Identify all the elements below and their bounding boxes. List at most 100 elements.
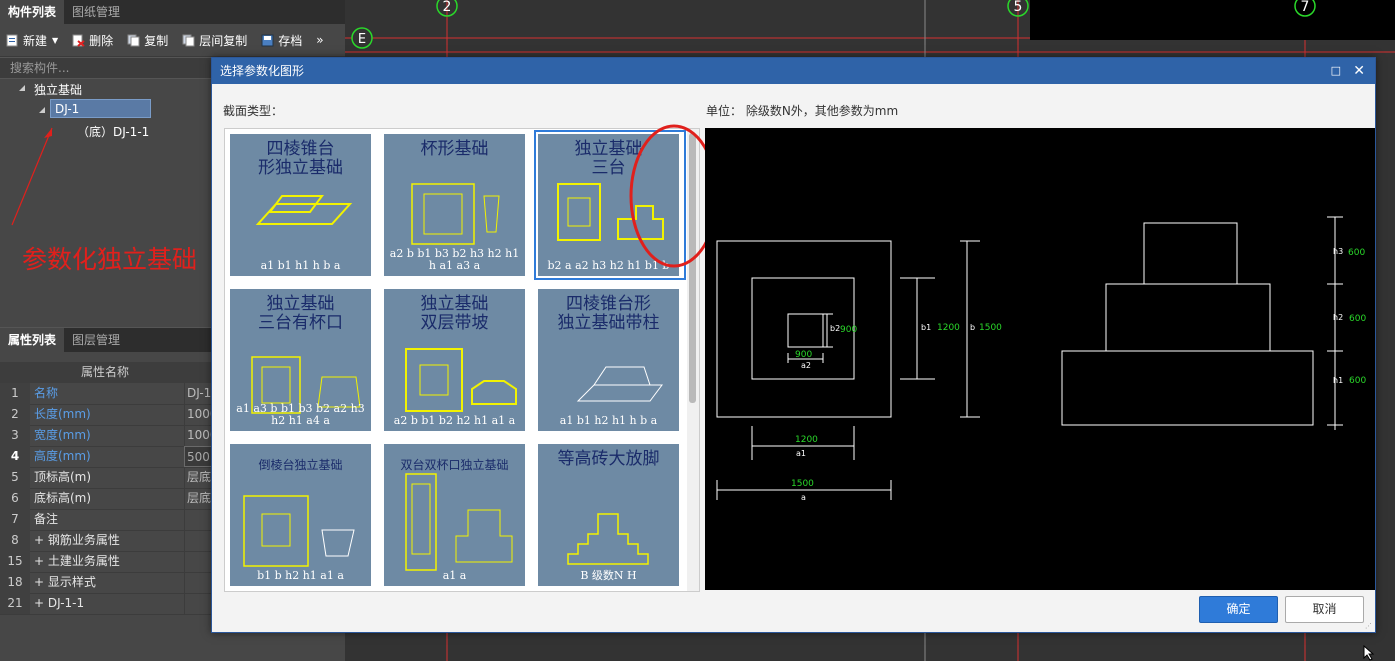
chevron-down-icon[interactable]: ▼	[52, 36, 58, 45]
section-label-h2: h2	[1333, 313, 1343, 322]
dialog-title-bar: 选择参数化图形 □ ✕	[212, 58, 1375, 84]
select-parametric-shape-dialog: 选择参数化图形 □ ✕ 截面类型： 单位： 除级数N外，其他参数为mm 四棱锥台…	[211, 57, 1376, 633]
tab-drawing-management[interactable]: 图纸管理	[64, 0, 128, 24]
delete-button[interactable]: 删除	[66, 28, 119, 52]
property-row-number: 15	[0, 551, 30, 572]
floor-copy-button[interactable]: 层间复制	[176, 28, 253, 52]
shape-title: 独立基础 三台有杯口	[258, 294, 343, 333]
shape-option[interactable]: 双台双杯口独立基础 a1 a	[379, 439, 533, 591]
plan-label-b: b	[970, 323, 975, 332]
plan-label-a2: a2	[801, 361, 811, 370]
close-icon[interactable]: ✕	[1353, 58, 1365, 84]
dim-h3-value: 600	[1348, 248, 1365, 258]
tab-component-list[interactable]: 构件列表	[0, 0, 65, 24]
cancel-button[interactable]: 取消	[1285, 596, 1364, 623]
delete-icon	[72, 34, 85, 47]
property-row-number: 4	[0, 446, 30, 467]
tree-collapse-icon[interactable]	[18, 81, 26, 95]
tab-property-list[interactable]: 属性列表	[0, 328, 65, 352]
new-button[interactable]: 新建 ▼	[0, 28, 64, 52]
section-label-h1: h1	[1333, 376, 1343, 385]
save-archive-button[interactable]: 存档	[255, 28, 308, 52]
tree-item-dj1[interactable]: DJ-1	[50, 99, 151, 118]
tree-collapse-icon[interactable]	[38, 103, 46, 117]
property-name: 长度(mm)	[34, 407, 91, 421]
shape-title: 四棱锥台形 独立基础带柱	[557, 294, 660, 333]
dim-b2-value: 900	[840, 325, 857, 335]
shape-dimension-labels: a1 a3 b b1 b3 b2 a2 h3 h2 h1 a4 a	[236, 402, 365, 427]
shape-dimension-labels: b1 b h2 h1 a1 a	[257, 569, 344, 582]
property-name: 宽度(mm)	[34, 428, 91, 442]
preview-drawing: b2 b1 b a2 a1 a h3 h2 h1 900 1200 1500 9…	[716, 216, 1366, 502]
ok-button[interactable]: 确定	[1199, 596, 1278, 623]
shape-title: 杯形基础	[420, 139, 489, 159]
unit-label: 单位： 除级数N外，其他参数为mm	[706, 104, 899, 118]
axis-label-5: 5	[1014, 0, 1023, 15]
plan-label-b1: b1	[921, 323, 931, 332]
shape-dimension-labels: a1 a	[442, 569, 467, 582]
property-name: 底标高(m)	[34, 491, 92, 505]
shape-option[interactable]: 四棱锥台 形独立基础 a1 b1 h1 h b a	[225, 129, 379, 281]
mouse-cursor-icon	[1363, 645, 1375, 661]
property-row-number: 18	[0, 572, 30, 593]
plan-label-a: a	[801, 493, 806, 502]
axis-label-7: 7	[1301, 0, 1310, 15]
property-row-number: 6	[0, 488, 30, 509]
property-name: 备注	[34, 512, 59, 526]
floor-copy-icon	[182, 34, 195, 47]
floor-copy-label: 层间复制	[199, 33, 248, 48]
property-name: 顶标高(m)	[34, 470, 92, 484]
more-button[interactable]: »	[310, 28, 329, 52]
property-name: 名称	[34, 386, 59, 400]
shape-title: 倒棱台独立基础	[258, 458, 343, 472]
shape-dimension-labels: B 级数N H	[580, 569, 637, 582]
section-label-h3: h3	[1333, 247, 1343, 256]
dim-a-value: 1500	[791, 479, 814, 489]
copy-button[interactable]: 复制	[121, 28, 174, 52]
dim-h1-value: 600	[1349, 376, 1366, 386]
section-type-label: 截面类型：	[223, 104, 284, 118]
dim-a1-value: 1200	[795, 435, 818, 445]
property-row-number: 1	[0, 383, 30, 404]
dialog-title: 选择参数化图形	[220, 64, 305, 78]
property-row-number: 3	[0, 425, 30, 446]
plan-label-b2: b2	[830, 324, 840, 333]
shape-thumbnail: 四棱锥台 形独立基础 a1 b1 h1 h b a	[230, 134, 371, 276]
property-name-header: 属性名称	[80, 365, 129, 379]
tree-item-dj1-1[interactable]: （底）DJ-1-1	[77, 123, 149, 140]
shape-thumbnail: 四棱锥台形 独立基础带柱 a1 b1 h2 h1 h b a	[538, 289, 679, 431]
shape-option[interactable]: 独立基础 三台有杯口 a1 a3 b b1 b3 b2 a2 h3 h2 h1 a…	[225, 284, 379, 436]
shape-thumbnail: 倒棱台独立基础 b1 b h2 h1 a1 a	[230, 444, 371, 586]
shape-thumbnail: 独立基础 三台有杯口 a1 a3 b b1 b3 b2 a2 h3 h2 h1 a…	[230, 289, 371, 431]
property-row-number: 5	[0, 467, 30, 488]
tab-layer-management[interactable]: 图层管理	[64, 328, 128, 352]
component-tabbar: 构件列表 图纸管理	[0, 0, 345, 24]
component-toolbar: 新建 ▼ 删除 复制 层间复制 存档 »	[0, 24, 345, 57]
axis-label-e: E	[358, 32, 366, 47]
new-label: 新建	[23, 33, 48, 48]
dim-b-value: 1500	[979, 323, 1002, 333]
shape-title: 双台双杯口独立基础	[400, 458, 509, 472]
shape-preview: b2 b1 b a2 a1 a h3 h2 h1 900 1200 1500 9…	[705, 128, 1375, 590]
axis-label-2: 2	[443, 0, 452, 15]
new-icon	[6, 34, 19, 47]
tree-root-foundation[interactable]: 独立基础	[34, 81, 82, 98]
property-name: + 土建业务属性	[34, 554, 120, 568]
shape-option[interactable]: 独立基础 双层带坡 a2 b b1 b2 h2 h1 a1 a	[379, 284, 533, 436]
shape-option[interactable]: 杯形基础 a2 b b1 b3 b2 h3 h2 h1 h a1 a3 a	[379, 129, 533, 281]
copy-icon	[127, 34, 140, 47]
property-row-number: 8	[0, 530, 30, 551]
shape-option[interactable]: 四棱锥台形 独立基础带柱 a1 b1 h2 h1 h b a	[533, 284, 687, 436]
property-row-number: 7	[0, 509, 30, 530]
shape-title: 四棱锥台 形独立基础	[258, 139, 343, 178]
property-row-number: 21	[0, 593, 30, 614]
shape-option[interactable]: 倒棱台独立基础 b1 b h2 h1 a1 a	[225, 439, 379, 591]
shape-thumbnail: 等高砖大放脚 B 级数N H	[538, 444, 679, 586]
maximize-icon[interactable]: □	[1331, 58, 1341, 84]
shape-dimension-labels: a1 b1 h1 h b a	[260, 259, 341, 272]
delete-label: 删除	[89, 33, 114, 48]
property-name: + DJ-1-1	[34, 596, 85, 610]
shape-option[interactable]: 等高砖大放脚 B 级数N H	[533, 439, 687, 591]
resize-grip-icon[interactable]: ⋰	[1365, 622, 1373, 630]
shape-dimension-labels: a2 b b1 b3 b2 h3 h2 h1 h a1 a3 a	[389, 247, 520, 272]
